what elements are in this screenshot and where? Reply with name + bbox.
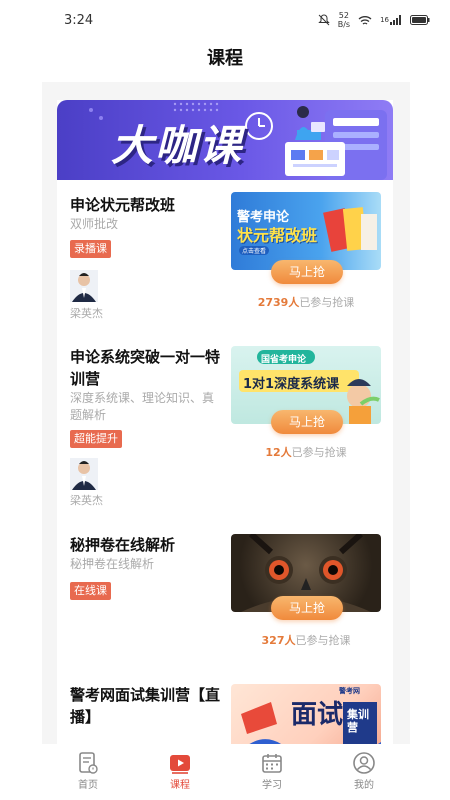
tab-courses[interactable]: 课程 [150,750,210,791]
wifi-icon [358,15,372,26]
cover-line2: 集训营 [347,708,369,734]
page-title: 课程 [207,48,243,69]
calendar-icon [259,750,285,776]
tab-label: 学习 [262,780,282,791]
grab-button[interactable]: 马上抢 [271,260,343,284]
teacher-avatar [70,270,98,302]
cover-line2: 状元帮改班 [237,226,318,245]
cover-line1: 面试 [291,700,344,730]
course-subtitle: 秘押卷在线解析 [70,557,155,571]
participants-count: 2739人已参与抢课 [231,294,381,310]
course-tag: 超能提升 [70,430,122,448]
signal-icon: 16 [380,15,402,25]
cover-line1: 国省考申论 [261,355,307,365]
user-icon [351,750,377,776]
participants-number: 2739人 [257,296,300,309]
course-subtitle: 双师批改 [70,217,119,231]
participants-suffix: 已参与抢课 [299,296,355,309]
course-subtitle: 深度系统课、理论知识、真题解析 [70,391,215,422]
teacher-name: 梁英杰 [70,494,103,507]
course-tag: 在线课 [70,582,111,600]
course-tag: 录播课 [70,240,111,258]
tab-label: 首页 [78,780,98,791]
home-doc-icon [75,750,101,776]
mute-bell-icon [318,14,330,26]
course-item[interactable]: 申论状元帮改班 双师批改 录播课 梁英杰 警考申论 状元帮改班 点击查看 马上抢… [57,180,393,328]
course-cover-image[interactable]: 警考网 面试 集训营 [231,684,381,744]
course-item[interactable]: 警考网面试集训营【直播】 警考网 面试 集训营 [57,660,393,744]
net-speed-value: 52 [338,11,349,20]
tab-home[interactable]: 首页 [58,750,118,791]
teacher-avatar [70,458,98,490]
tab-mine[interactable]: 我的 [334,750,394,791]
participants-count: 327人已参与抢课 [231,632,381,648]
net-speed: 52 B/s [338,11,350,29]
course-title[interactable]: 警考网面试集训营【直播】 [70,684,226,728]
course-list[interactable]: 大咖课 申论状元帮改班 双师批改 录播课 梁英杰 警考申论 状元帮改班 点击查看… [57,100,393,744]
video-play-icon [167,750,193,776]
status-time: 3:24 [64,12,94,28]
battery-icon [410,15,430,25]
course-item[interactable]: 秘押卷在线解析 秘押卷在线解析 在线课 马上抢 327人已参与抢课 [57,510,393,660]
course-title[interactable]: 秘押卷在线解析 [70,534,220,556]
bottom-tab-bar: 首页 课程 学习 我的 [42,744,410,800]
cover-line2: 1对1深度系统课 [243,377,340,392]
status-bar: 3:24 52 B/s 16 [0,0,450,40]
course-item[interactable]: 申论系统突破一对一特训营 深度系统课、理论知识、真题解析 超能提升 梁英杰 国省… [57,328,393,510]
status-icons: 52 B/s 16 [318,11,430,29]
grab-button[interactable]: 马上抢 [271,410,343,434]
participants-number: 327人 [261,634,296,647]
cover-small-label: 点击查看 [239,246,270,255]
dakake-banner[interactable]: 大咖课 [57,100,393,180]
participants-suffix: 已参与抢课 [295,634,351,647]
participants-number: 12人 [265,446,292,459]
tab-study[interactable]: 学习 [242,750,302,791]
tab-label: 课程 [170,780,190,791]
participants-count: 12人已参与抢课 [231,444,381,460]
course-title[interactable]: 申论系统突破一对一特训营 [70,346,220,390]
signal-label: 16 [380,16,389,24]
participants-suffix: 已参与抢课 [291,446,347,459]
course-title[interactable]: 申论状元帮改班 [70,194,220,216]
course-cover-image[interactable]: 警考申论 状元帮改班 点击查看 [231,192,381,270]
net-speed-unit: B/s [337,20,351,29]
grab-button[interactable]: 马上抢 [271,596,343,620]
teacher-name: 梁英杰 [70,307,103,320]
banner-title: 大咖课 [111,121,244,170]
tab-label: 我的 [354,780,374,791]
